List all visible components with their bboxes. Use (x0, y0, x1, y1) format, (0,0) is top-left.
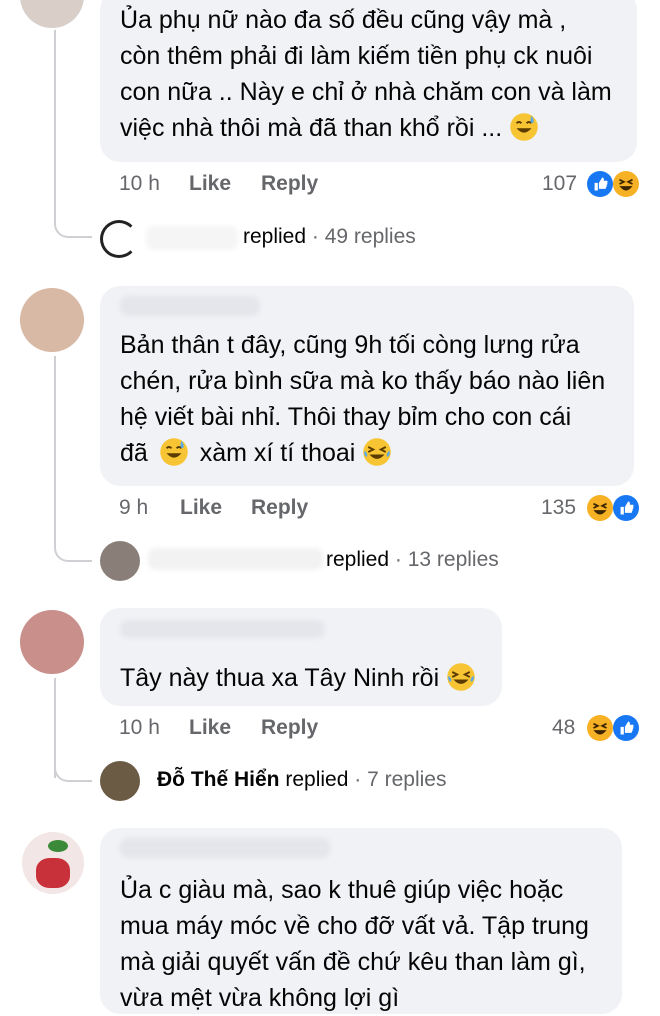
blurred-name (146, 226, 238, 250)
blurred-name (120, 296, 260, 316)
avatar[interactable] (20, 288, 84, 352)
comment-line: Tây này thua xa Tây Ninh rồi (120, 664, 440, 692)
haha-reaction-icon[interactable] (613, 171, 639, 197)
like-button[interactable]: Like (180, 496, 222, 520)
like-reaction-icon[interactable] (587, 171, 613, 197)
comment-line: hệ viết bài nhỉ. Thôi thay bỉm cho con c… (120, 403, 572, 431)
reaction-count[interactable]: 107 (542, 172, 577, 196)
comment-line: mà giải quyết vấn đề chứ kêu than làm gì… (120, 948, 586, 976)
comment-line: còn thêm phải đi làm kiếm tiền phụ ck nu… (120, 42, 593, 70)
blurred-name (148, 548, 323, 570)
comment-time[interactable]: 9 h (119, 496, 148, 520)
laughing-tears-emoji-icon (362, 437, 392, 467)
like-reaction-icon[interactable] (613, 715, 639, 741)
comment-line: chén, rửa bình sữa mà ko thấy báo nào li… (120, 367, 606, 395)
thread-hook (54, 740, 92, 782)
view-replies-link[interactable]: Đỗ Thế Hiển replied · 7 replies (157, 768, 446, 792)
thread-hook (54, 196, 92, 238)
laughing-tears-emoji-icon (446, 662, 476, 692)
reaction-count[interactable]: 48 (552, 716, 575, 740)
avatar-image (36, 858, 70, 888)
haha-reaction-icon[interactable] (587, 715, 613, 741)
comment-text: Ủa c giàu mà, sao k thuê giúp việc hoặc … (120, 872, 589, 1016)
sweat-smile-emoji-icon (509, 112, 539, 142)
avatar[interactable] (100, 761, 140, 801)
blurred-name (120, 838, 330, 858)
thread-hook (54, 520, 92, 562)
comment-line: mua máy móc về cho đỡ vất vả. Tập trung (120, 912, 589, 940)
avatar[interactable] (20, 0, 84, 28)
like-button[interactable]: Like (189, 716, 231, 740)
sweat-smile-emoji-icon (159, 437, 189, 467)
blurred-name (120, 620, 325, 638)
reaction-count[interactable]: 135 (541, 496, 576, 520)
thread-line (54, 356, 56, 546)
comment-line: Ủa c giàu mà, sao k thuê giúp việc hoặc (120, 876, 564, 904)
avatar[interactable] (100, 541, 140, 581)
view-replies-link[interactable]: replied · 13 replies (326, 548, 499, 572)
haha-reaction-icon[interactable] (587, 495, 613, 521)
comment-text: Bản thân t đây, cũng 9h tối còng lưng rử… (120, 327, 605, 471)
comment-line: con nữa .. Này e chỉ ở nhà chăm con và l… (120, 78, 612, 106)
avatar[interactable] (20, 610, 84, 674)
comment-line: việc nhà thôi mà đã than khổ rồi ... (120, 114, 503, 142)
comment-line: Ủa phụ nữ nào đa số đều cũng vậy mà , (120, 6, 567, 34)
thread-line (54, 30, 56, 220)
reply-button[interactable]: Reply (261, 716, 318, 740)
comment-line: Bản thân t đây, cũng 9h tối còng lưng rử… (120, 331, 580, 359)
avatar-image (48, 840, 68, 852)
reply-button[interactable]: Reply (251, 496, 308, 520)
comment-time[interactable]: 10 h (119, 716, 160, 740)
comment-text: Tây này thua xa Tây Ninh rồi (120, 660, 476, 696)
comment-line: vừa mệt vừa không lợi gì (120, 984, 400, 1012)
comment-text: Ủa phụ nữ nào đa số đều cũng vậy mà , cò… (120, 2, 612, 146)
comment-line: đã (120, 439, 148, 467)
comment-time[interactable]: 10 h (119, 172, 160, 196)
view-replies-link[interactable]: replied · 49 replies (243, 225, 416, 249)
reply-button[interactable]: Reply (261, 172, 318, 196)
like-button[interactable]: Like (189, 172, 231, 196)
avatar[interactable] (100, 220, 138, 258)
avatar[interactable] (22, 832, 84, 894)
comment-line: xàm xí tí thoai (199, 439, 356, 467)
like-reaction-icon[interactable] (613, 495, 639, 521)
